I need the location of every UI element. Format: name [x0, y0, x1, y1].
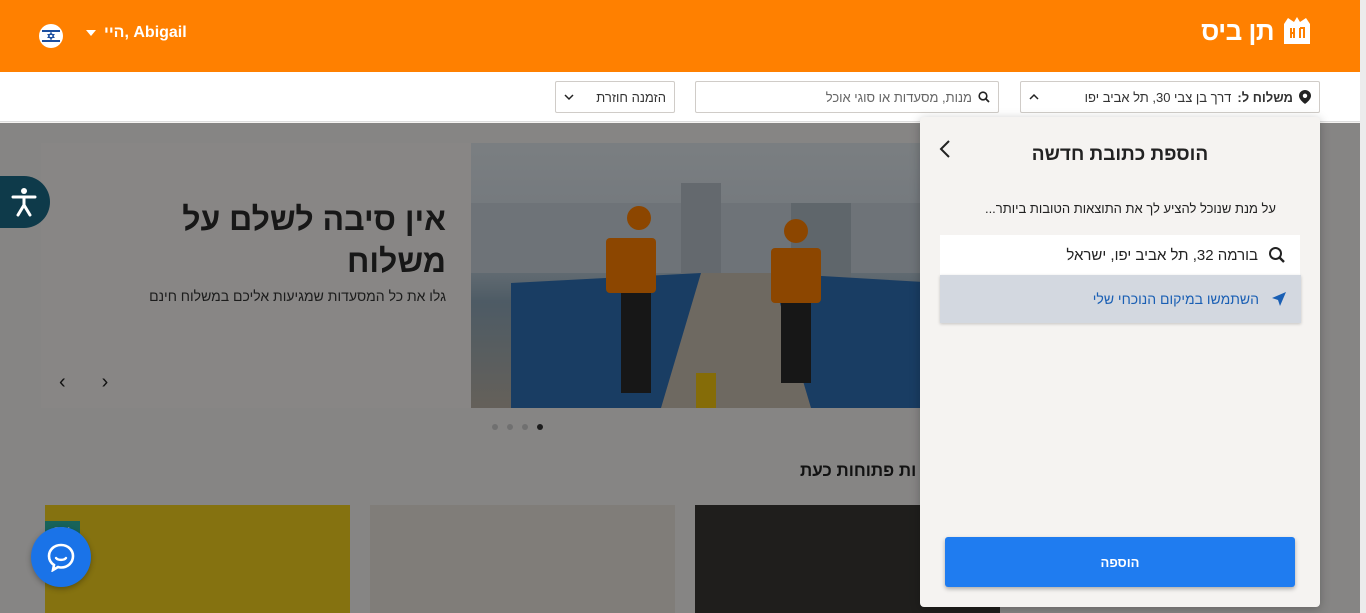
- add-address-button[interactable]: הוספה: [945, 537, 1295, 587]
- add-address-panel: הוספת כתובת חדשה על מנת שנוכל להציע לך א…: [920, 117, 1320, 607]
- delivery-prefix: משלוח ל:: [1237, 89, 1293, 105]
- language-button[interactable]: [39, 24, 63, 48]
- israel-flag-icon: [42, 27, 60, 45]
- logo-icon: [1284, 17, 1310, 44]
- user-greeting: היי, Abigail: [104, 24, 187, 41]
- location-pin-icon: [1299, 90, 1311, 104]
- address-search-field[interactable]: [940, 235, 1300, 275]
- reorder-dropdown[interactable]: הזמנה חוזרת: [555, 81, 675, 113]
- accessibility-icon: [11, 188, 37, 217]
- chat-button[interactable]: [31, 527, 91, 587]
- logo[interactable]: תן ביס: [1201, 14, 1314, 48]
- address-input[interactable]: [968, 246, 1258, 264]
- top-header: תן ביס היי, Abigail: [0, 0, 1360, 72]
- search-placeholder: מנות, מסעדות או סוגי אוכל: [825, 89, 972, 105]
- search-icon: [1269, 247, 1285, 263]
- delivery-address-selector[interactable]: משלוח ל: דרך בן צבי 30, תל אביב יפו: [1020, 81, 1320, 113]
- panel-title: הוספת כתובת חדשה: [1031, 144, 1209, 165]
- delivery-address: דרך בן צבי 30, תל אביב יפו: [1084, 89, 1232, 105]
- search-bar-row: משלוח ל: דרך בן צבי 30, תל אביב יפו מנות…: [0, 72, 1360, 122]
- chat-icon: [47, 543, 75, 572]
- search-input[interactable]: מנות, מסעדות או סוגי אוכל: [695, 81, 999, 113]
- use-current-location-label: השתמשו במיקום הנוכחי שלי: [1092, 291, 1259, 307]
- use-current-location-option[interactable]: השתמשו במיקום הנוכחי שלי: [940, 275, 1301, 323]
- chevron-up-icon: [1029, 93, 1039, 100]
- user-menu[interactable]: היי, Abigail: [86, 24, 187, 42]
- chevron-down-icon: [564, 94, 574, 101]
- navigation-arrow-icon: [1272, 292, 1286, 306]
- logo-text: תן ביס: [1201, 15, 1274, 46]
- accessibility-button[interactable]: [0, 176, 50, 228]
- panel-description: על מנת שנוכל להציע לך את התוצאות הטובות …: [984, 201, 1276, 216]
- reorder-label: הזמנה חוזרת: [596, 89, 666, 105]
- search-icon: [978, 91, 990, 103]
- panel-header: הוספת כתובת חדשה: [920, 117, 1320, 187]
- chevron-down-icon: [86, 30, 96, 36]
- scrollbar[interactable]: [1360, 0, 1366, 613]
